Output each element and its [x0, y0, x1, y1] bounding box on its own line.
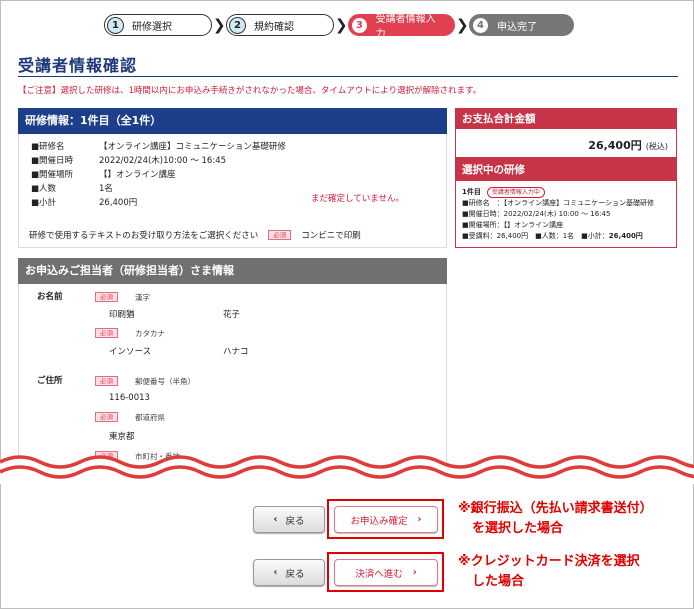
credit-card-annotation: ※クレジットカード決済を選択 した場合 — [458, 552, 640, 592]
step-number: 2 — [229, 16, 246, 34]
last-name-value: 印刷猶 — [109, 310, 135, 320]
address-label: ご住所 — [37, 376, 63, 386]
step-terms: 2 規約確認 — [226, 14, 334, 36]
status-badge: 受講者情報入力中 — [486, 187, 545, 198]
payment-total-panel: お支払合計金額 26,400円 (税込) — [455, 108, 677, 158]
required-badge: 必須 — [95, 376, 118, 386]
back-button-label: 戻る — [285, 515, 305, 527]
wavy-break-divider — [0, 455, 694, 484]
tax-note: (税込) — [645, 142, 668, 151]
row-value: 2022/02/24(木)10:00 ～ 16:45 — [99, 156, 227, 166]
applicant-info-header: お申込みご担当者（研修担当者）さま情報 — [18, 258, 447, 284]
kanji-label: 漢字 — [135, 293, 150, 302]
amount-value: 26,400円 — [588, 139, 642, 152]
row-label: ■人数 — [31, 184, 57, 194]
bank-transfer-annotation: ※銀行振込（先払い請求書送付） を選択した場合 — [458, 499, 653, 539]
item-number: 1件目 — [462, 188, 481, 196]
step-course-select: 1 研修選択 — [104, 14, 212, 36]
required-badge: 必須 — [95, 292, 118, 302]
selected-course-header: 選択中の研修 — [456, 159, 676, 181]
chevron-right-icon: ❯ — [335, 16, 348, 34]
step-number: 4 — [472, 16, 489, 34]
payment-total-header: お支払合計金額 — [456, 109, 676, 129]
row-value: 1名 — [99, 184, 113, 194]
text-method-row: 研修で使用するテキストのお受け取り方法をご選択ください 必須 コンビニで印刷 — [29, 229, 361, 241]
title-divider — [18, 76, 678, 77]
selected-line: ■研修名 ：【オンライン講座】コミュニケーション基礎研修 — [462, 199, 654, 207]
selected-line: ■開催場所：【】オンライン講座 — [462, 221, 564, 229]
step-attendee-info: 3 受講者情報入力 — [348, 14, 455, 40]
course-info-body: ■研修名 【オンライン講座】コミュニケーション基礎研修 ■開催日時 2022/0… — [18, 134, 447, 248]
chevron-left-icon: ‹ — [273, 567, 278, 578]
selected-course-body: 1件目 受講者情報入力中 ■研修名 ：【オンライン講座】コミュニケーション基礎研修… — [456, 181, 676, 248]
pref-label: 都道府県 — [135, 413, 165, 422]
kana-label: カタカナ — [135, 329, 165, 338]
confirm-button-label: お申込み確定 — [350, 515, 408, 527]
selected-fee-line: ■受講料：26,400円 ■人数：1名 ■小計：26,400円 — [462, 231, 670, 242]
step-number: 1 — [107, 16, 124, 34]
zip-value: 116-0013 — [109, 393, 150, 403]
step-number: 3 — [351, 16, 368, 34]
required-badge: 必須 — [95, 328, 118, 338]
timeout-notice: 【ご注意】選択した研修は、1時間以内にお申込み手続きがされなかった場合、タイムア… — [18, 86, 482, 96]
step-label: 受講者情報入力 — [375, 14, 436, 40]
back-button[interactable]: ‹ 戻る — [253, 506, 325, 533]
step-label: 申込完了 — [497, 21, 537, 33]
annotation-line: ※クレジットカード決済を選択 — [458, 554, 640, 569]
required-badge: 必須 — [95, 412, 118, 422]
course-info-header: 研修情報：1件目（全1件） — [18, 108, 447, 134]
annotation-line: した場合 — [472, 574, 525, 589]
first-name-value: 花子 — [223, 310, 241, 320]
applicant-info-panel: お申込みご担当者（研修担当者）さま情報 お名前 必須 漢字 印刷猶 花子 必須 … — [18, 258, 447, 463]
last-kana-value: インソース — [109, 347, 152, 357]
applicant-info-body: お名前 必須 漢字 印刷猶 花子 必須 カタカナ インソース ハナコ ご住所 必… — [18, 284, 447, 463]
pref-value: 東京都 — [109, 432, 135, 442]
text-method-label: 研修で使用するテキストのお受け取り方法をご選択ください — [29, 231, 259, 241]
step-label: 規約確認 — [254, 21, 294, 33]
text-method-value: コンビニで印刷 — [301, 231, 361, 241]
name-label: お名前 — [37, 292, 63, 302]
row-label: ■開催場所 — [31, 170, 74, 180]
required-badge: 必須 — [268, 230, 292, 240]
course-row: ■人数 1名 — [31, 182, 113, 194]
row-value: 26,400円 — [99, 198, 138, 208]
row-value: 【】オンライン講座 — [99, 170, 176, 180]
proceed-to-payment-button[interactable]: 決済へ進む › — [334, 559, 438, 586]
subtotal-value: 26,400円 — [608, 232, 643, 240]
selected-line: ■開催日時：2022/02/24(木) 10:00 ～ 16:45 — [462, 210, 611, 218]
selected-item-title: 1件目 受講者情報入力中 — [462, 187, 670, 198]
page-title: 受講者情報確認 — [18, 56, 138, 75]
course-row: ■開催場所 【】オンライン講座 — [31, 168, 176, 180]
payment-total-amount: 26,400円 (税込) — [588, 137, 668, 153]
step-complete: 4 申込完了 — [469, 14, 574, 36]
pay-button-label: 決済へ進む — [355, 568, 403, 580]
row-label: ■研修名 — [31, 142, 65, 152]
chevron-left-icon: ‹ — [273, 514, 278, 525]
course-info-panel: 研修情報：1件目（全1件） ■研修名 【オンライン講座】コミュニケーション基礎研… — [18, 108, 447, 248]
zip-label: 郵便番号（半角） — [135, 377, 195, 386]
row-label: ■小計 — [31, 198, 57, 208]
fee-label: ■受講料：26,400円 ■人数：1名 ■小計： — [462, 232, 609, 240]
selected-course-panel: 選択中の研修 1件目 受講者情報入力中 ■研修名 ：【オンライン講座】コミュニケー… — [455, 158, 677, 248]
chevron-right-icon: › — [417, 514, 422, 525]
course-row: ■研修名 【オンライン講座】コミュニケーション基礎研修 — [31, 140, 286, 152]
chevron-right-icon: › — [412, 567, 417, 578]
progress-steps: 1 研修選択 ❯ 2 規約確認 ❯ 3 受講者情報入力 ❯ 4 申込完了 — [104, 14, 574, 40]
row-label: ■開催日時 — [31, 156, 74, 166]
row-value: 【オンライン講座】コミュニケーション基礎研修 — [99, 142, 286, 152]
course-row: ■小計 26,400円 — [31, 196, 137, 208]
first-kana-value: ハナコ — [223, 347, 249, 357]
annotation-line: ※銀行振込（先払い請求書送付） — [458, 501, 653, 516]
chevron-right-icon: ❯ — [456, 16, 469, 34]
chevron-right-icon: ❯ — [213, 16, 226, 34]
annotation-line: を選択した場合 — [472, 521, 564, 536]
back-button[interactable]: ‹ 戻る — [253, 559, 325, 586]
course-row: ■開催日時 2022/02/24(木)10:00 ～ 16:45 — [31, 154, 226, 166]
not-confirmed-warning: まだ確定していません。 — [311, 194, 404, 204]
back-button-label: 戻る — [285, 568, 305, 580]
confirm-application-button[interactable]: お申込み確定 › — [334, 506, 438, 533]
step-label: 研修選択 — [132, 21, 172, 33]
